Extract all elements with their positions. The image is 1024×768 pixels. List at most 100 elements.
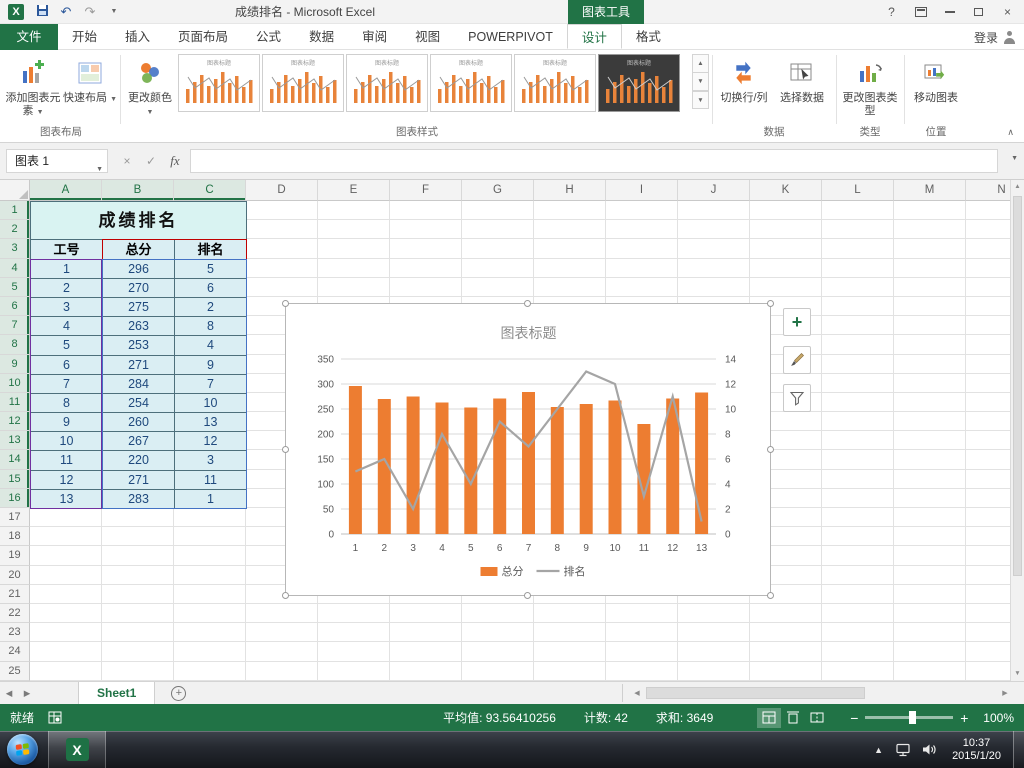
cell-I22[interactable] [606, 603, 678, 624]
cell-D1[interactable] [246, 201, 318, 221]
cell-H3[interactable] [534, 239, 606, 259]
cell-L14[interactable] [822, 450, 894, 470]
cell-J1[interactable] [678, 201, 750, 221]
cell-H22[interactable] [534, 603, 606, 624]
vertical-scroll-thumb[interactable] [1013, 196, 1022, 576]
zoom-in-button[interactable]: + [957, 710, 971, 726]
show-hidden-icons-button[interactable]: ▲ [874, 745, 883, 755]
ribbon-tab-数据[interactable]: 数据 [295, 24, 348, 49]
column-header-F[interactable]: F [390, 180, 462, 201]
cell-L13[interactable] [822, 431, 894, 451]
help-button[interactable]: ? [877, 1, 906, 23]
cell-M25[interactable] [894, 661, 966, 681]
vertical-scrollbar[interactable]: ▲ ▼ [1010, 180, 1024, 681]
cell-L20[interactable] [822, 565, 894, 585]
cell-J2[interactable] [678, 220, 750, 240]
show-desktop-button[interactable] [1013, 731, 1024, 768]
ribbon-tab-开始[interactable]: 开始 [58, 24, 111, 49]
table-cell[interactable]: 6 [175, 278, 247, 298]
cell-L22[interactable] [822, 603, 894, 624]
cell-F1[interactable] [390, 201, 462, 221]
cell-H4[interactable] [534, 258, 606, 278]
ribbon-tab-页面布局[interactable]: 页面布局 [164, 24, 242, 49]
cell-L24[interactable] [822, 642, 894, 662]
cell-L23[interactable] [822, 623, 894, 643]
cell-M22[interactable] [894, 603, 966, 624]
table-cell[interactable]: 9 [175, 355, 247, 375]
close-button[interactable]: × [993, 1, 1022, 23]
cell-L5[interactable] [822, 277, 894, 297]
table-cell[interactable]: 8 [31, 393, 103, 414]
table-title-cell[interactable]: 成绩排名 [31, 202, 247, 241]
row-header-11[interactable]: 11 [0, 392, 30, 413]
chart-handle-s[interactable] [524, 592, 531, 599]
chart-handle-n[interactable] [524, 300, 531, 307]
table-cell[interactable]: 2 [175, 297, 247, 318]
chart-handle-sw[interactable] [282, 592, 289, 599]
cell-B21[interactable] [102, 584, 174, 604]
save-button[interactable] [30, 1, 54, 23]
cell-M8[interactable] [894, 335, 966, 355]
cell-H23[interactable] [534, 623, 606, 643]
cell-L15[interactable] [822, 469, 894, 489]
column-header-B[interactable]: B [102, 180, 174, 201]
cell-D2[interactable] [246, 220, 318, 240]
cell-M13[interactable] [894, 431, 966, 451]
table-cell[interactable]: 11 [175, 470, 247, 490]
cell-G1[interactable] [462, 201, 534, 221]
table-cell[interactable]: 13 [175, 413, 247, 433]
row-header-3[interactable]: 3 [0, 239, 30, 259]
cell-L18[interactable] [822, 527, 894, 547]
cell-C23[interactable] [174, 623, 246, 643]
cell-M5[interactable] [894, 277, 966, 297]
normal-view-button[interactable] [757, 707, 782, 728]
taskbar-clock[interactable]: 10:37 2015/1/20 [952, 737, 1001, 763]
row-header-20[interactable]: 20 [0, 565, 30, 585]
cell-K4[interactable] [750, 258, 822, 278]
chart-handle-e[interactable] [767, 445, 774, 453]
table-cell[interactable]: 220 [103, 451, 175, 471]
cell-M12[interactable] [894, 412, 966, 432]
cell-B19[interactable] [102, 546, 174, 566]
cell-H24[interactable] [534, 642, 606, 662]
column-header-J[interactable]: J [678, 180, 750, 201]
chart-style-thumbnail-4[interactable]: 图表标题 [430, 54, 512, 112]
cell-L2[interactable] [822, 220, 894, 240]
table-cell[interactable]: 4 [175, 336, 247, 356]
cell-F22[interactable] [390, 603, 462, 624]
cell-C25[interactable] [174, 661, 246, 681]
row-header-17[interactable]: 17 [0, 508, 30, 528]
row-header-18[interactable]: 18 [0, 527, 30, 547]
insert-function-button[interactable]: fx [164, 149, 186, 173]
scroll-left-icon[interactable]: ◀ [630, 689, 644, 697]
cell-I5[interactable] [606, 277, 678, 297]
cell-M11[interactable] [894, 392, 966, 413]
cell-M3[interactable] [894, 239, 966, 259]
cell-G2[interactable] [462, 220, 534, 240]
ribbon-tab-设计[interactable]: 设计 [566, 24, 622, 49]
cell-F23[interactable] [390, 623, 462, 643]
horizontal-scrollbar[interactable]: ◀ ▶ [630, 685, 1012, 701]
table-header-cell[interactable]: 总分 [103, 240, 175, 260]
row-header-4[interactable]: 4 [0, 258, 30, 278]
row-header-7[interactable]: 7 [0, 316, 30, 336]
cell-K5[interactable] [750, 277, 822, 297]
scroll-down-icon[interactable]: ▼ [1011, 667, 1024, 681]
cell-M4[interactable] [894, 258, 966, 278]
table-header-cell[interactable]: 排名 [175, 240, 247, 260]
cell-C20[interactable] [174, 565, 246, 585]
ribbon-tab-审阅[interactable]: 审阅 [348, 24, 401, 49]
chart-handle-ne[interactable] [767, 300, 774, 307]
zoom-slider-thumb[interactable] [909, 711, 917, 724]
cell-D25[interactable] [246, 661, 318, 681]
new-sheet-button[interactable]: + [171, 685, 187, 701]
table-cell[interactable]: 10 [175, 393, 247, 414]
scroll-up-icon[interactable]: ▲ [1011, 180, 1024, 194]
table-cell[interactable]: 260 [103, 413, 175, 433]
macro-record-icon[interactable] [48, 711, 62, 724]
cell-A19[interactable] [30, 546, 102, 566]
cell-F25[interactable] [390, 661, 462, 681]
cell-L19[interactable] [822, 546, 894, 566]
cell-L25[interactable] [822, 661, 894, 681]
chart-handle-se[interactable] [767, 592, 774, 599]
